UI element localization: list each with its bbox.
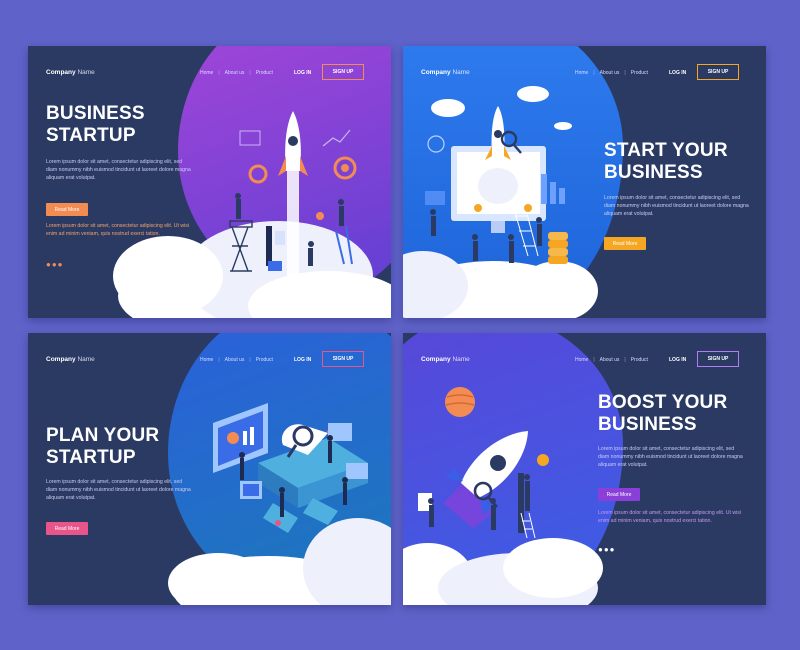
hero-description: Lorem ipsum dolor sit amet, consectetur … [46, 159, 191, 181]
pagination-dots[interactable]: ●●● [598, 545, 616, 554]
company-logo[interactable]: Company Name [421, 356, 470, 363]
landing-card-plan-your-startup: Company Name Home About us Product LOG I… [28, 333, 391, 605]
hero-headline: BOOST YOUR BUSINESS [598, 392, 727, 436]
login-link[interactable]: LOG IN [669, 357, 686, 363]
headline-line-2: STARTUP [46, 125, 136, 146]
nav-link-about[interactable]: About us [218, 70, 245, 76]
nav-links: Home About us Product [575, 70, 648, 76]
signup-button[interactable]: SIGN UP [322, 351, 364, 367]
secondary-description: Lorem ipsum dolor sit amet, consectetur … [46, 223, 190, 237]
pagination-dots[interactable]: ●●● [46, 260, 64, 269]
company-logo[interactable]: Company Name [46, 69, 95, 76]
hero-headline: BUSINESS STARTUP [46, 103, 145, 147]
nav-links: Home About us Product [575, 357, 648, 363]
nav-links: Home About us Product [200, 70, 273, 76]
nav-link-product[interactable]: Product [249, 357, 273, 363]
hero-description: Lorem ipsum dolor sit amet, consectetur … [46, 479, 191, 501]
signup-button[interactable]: SIGN UP [697, 64, 739, 80]
nav-links: Home About us Product [200, 357, 273, 363]
read-more-button[interactable]: Read More [598, 488, 640, 501]
hero-headline: PLAN YOUR STARTUP [46, 425, 159, 469]
nav-link-product[interactable]: Product [624, 357, 648, 363]
planning-isometric-illustration [168, 403, 391, 605]
headline-line-1: PLAN YOUR [46, 425, 160, 446]
login-link[interactable]: LOG IN [294, 70, 311, 76]
read-more-button[interactable]: Read More [46, 203, 88, 216]
signup-button[interactable]: SIGN UP [697, 351, 739, 367]
rocket-boost-illustration [403, 387, 603, 605]
nav-link-product[interactable]: Product [624, 70, 648, 76]
nav-link-about[interactable]: About us [593, 70, 620, 76]
hero-headline: START YOUR BUSINESS [604, 140, 728, 184]
nav-link-about[interactable]: About us [593, 357, 620, 363]
nav-link-home[interactable]: Home [200, 70, 213, 76]
headline-line-2: STARTUP [46, 447, 136, 468]
company-logo[interactable]: Company Name [421, 69, 470, 76]
rocket-launch-illustration [113, 111, 391, 318]
signup-button[interactable]: SIGN UP [322, 64, 364, 80]
login-link[interactable]: LOG IN [669, 70, 686, 76]
nav-link-product[interactable]: Product [249, 70, 273, 76]
headline-line-2: BUSINESS [598, 414, 697, 435]
secondary-description: Lorem ipsum dolor sit amet, consectetur … [598, 510, 742, 524]
headline-line-2: BUSINESS [604, 162, 703, 183]
hero-description: Lorem ipsum dolor sit amet, consectetur … [598, 446, 743, 468]
nav-link-home[interactable]: Home [200, 357, 213, 363]
landing-card-boost-your-business: Company Name Home About us Product LOG I… [403, 333, 766, 605]
headline-line-1: START YOUR [604, 140, 728, 161]
company-logo[interactable]: Company Name [46, 356, 95, 363]
login-link[interactable]: LOG IN [294, 357, 311, 363]
hero-description: Lorem ipsum dolor sit amet, consectetur … [604, 195, 749, 217]
landing-card-business-startup: Company Name Home About us Product LOG I… [28, 46, 391, 318]
headline-line-1: BUSINESS [46, 103, 145, 124]
read-more-button[interactable]: Read More [604, 237, 646, 250]
top-nav: Company Name Home About us Product LOG I… [403, 46, 766, 82]
nav-link-home[interactable]: Home [575, 357, 588, 363]
top-nav: Company Name Home About us Product LOG I… [28, 333, 391, 369]
top-nav: Company Name Home About us Product LOG I… [28, 46, 391, 82]
top-nav: Company Name Home About us Product LOG I… [403, 333, 766, 369]
landing-card-start-your-business: Company Name Home About us Product LOG I… [403, 46, 766, 318]
headline-line-1: BOOST YOUR [598, 392, 728, 413]
read-more-button[interactable]: Read More [46, 522, 88, 535]
nav-link-home[interactable]: Home [575, 70, 588, 76]
nav-link-about[interactable]: About us [218, 357, 245, 363]
